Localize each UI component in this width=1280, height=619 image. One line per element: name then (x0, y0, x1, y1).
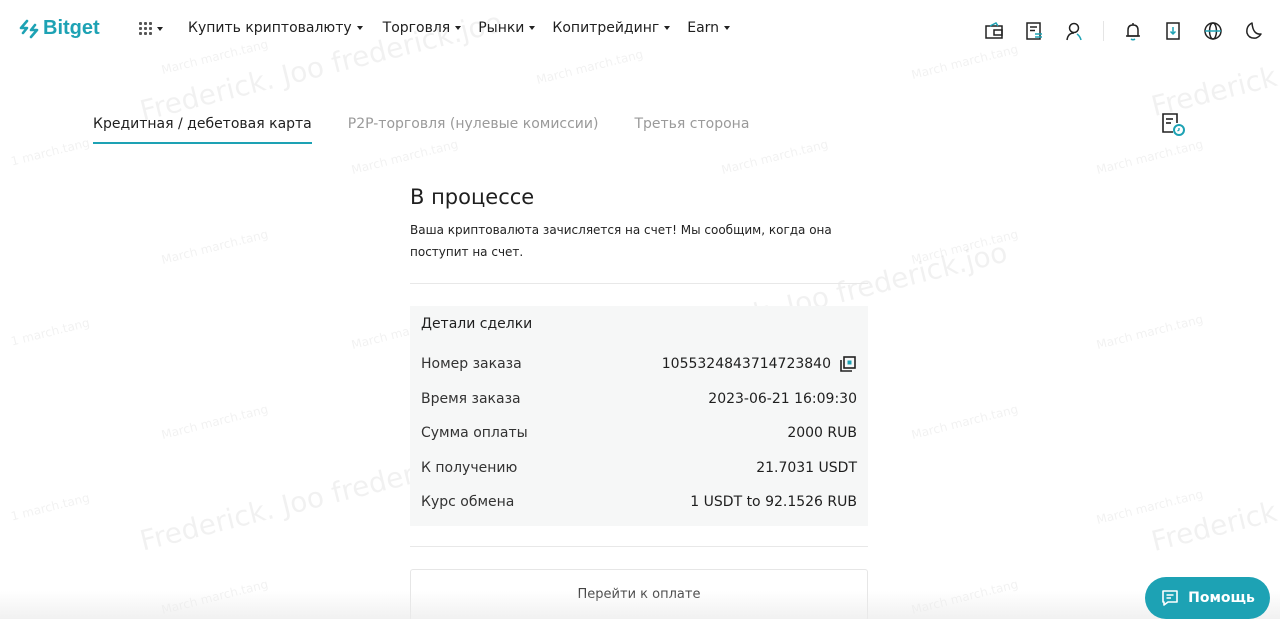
nav-item-copy-trading[interactable]: Копитрейдинг (552, 20, 671, 36)
detail-row-order-time: Время заказа 2023-06-21 16:09:30 (421, 382, 857, 417)
watermark-text: 1 march.tang (9, 490, 91, 524)
nav-item-markets[interactable]: Рынки (478, 20, 536, 36)
nav-item-label: Earn (687, 20, 720, 36)
watermark-text: Frederick (1147, 494, 1280, 559)
download-app-button[interactable] (1162, 20, 1184, 42)
detail-row-payment-amount: Сумма оплаты 2000 RUB (421, 416, 857, 451)
tab-third-party[interactable]: Третья сторона (634, 116, 749, 144)
detail-label: Время заказа (421, 390, 521, 407)
watermark-text: March march.tang (909, 576, 1020, 618)
nav-item-buy-crypto[interactable]: Купить криптовалюту (188, 20, 363, 36)
detail-label: Курс обмена (421, 494, 515, 511)
header-actions (983, 20, 1280, 42)
notifications-button[interactable] (1122, 20, 1144, 42)
detail-value: 1 USDT to 92.1526 RUB (690, 494, 857, 511)
chevron-down-icon (529, 26, 536, 30)
chevron-down-icon (724, 26, 731, 30)
detail-row-order-number: Номер заказа 1055324843714723840 (421, 347, 857, 382)
watermark-text: March march.tang (909, 401, 1020, 443)
divider (410, 545, 868, 547)
copy-icon (840, 356, 856, 373)
grid-icon (139, 22, 152, 35)
orders-icon (1026, 22, 1042, 40)
order-history-icon (1162, 113, 1185, 136)
order-number: 1055324843714723840 (661, 356, 831, 373)
watermark-text: March march.tang (1094, 136, 1205, 178)
nav-item-label: Торговля (382, 20, 451, 36)
payment-method-tabs: Кредитная / дебетовая карта P2P-торговля… (93, 116, 785, 144)
bitget-logo-icon (19, 19, 39, 38)
watermark-text: 1 march.tang (9, 315, 91, 349)
bitget-logo[interactable]: Bitget (18, 17, 100, 40)
nav-item-label: Купить криптовалюту (188, 20, 352, 36)
watermark-text: March march.tang (159, 576, 270, 618)
detail-value: 21.7031 USDT (756, 459, 857, 476)
detail-row-receive-amount: К получению 21.7031 USDT (421, 451, 857, 486)
chat-icon (1162, 590, 1178, 606)
order-history-button[interactable] (1160, 112, 1186, 142)
nav-item-label: Рынки (478, 20, 525, 36)
status-title: В процессе (410, 185, 535, 209)
profile-button[interactable] (1063, 20, 1085, 42)
watermark-text: March march.tang (909, 226, 1020, 268)
watermark-text: March march.tang (159, 401, 270, 443)
order-status-panel: В процессе Ваша криптовалюта зачисляется… (410, 185, 868, 619)
globe-icon (1204, 22, 1222, 40)
help-label: Помощь (1188, 590, 1255, 606)
copy-button[interactable] (839, 355, 857, 373)
watermark-text: 1 march.tang (9, 135, 91, 169)
tab-p2p[interactable]: P2P-торговля (нулевые комиссии) (348, 116, 599, 144)
detail-row-exchange-rate: Курс обмена 1 USDT to 92.1526 RUB (421, 485, 857, 520)
bell-icon (1126, 23, 1140, 41)
wallet-icon (985, 22, 1003, 39)
details-title: Детали сделки (421, 316, 533, 332)
tab-card[interactable]: Кредитная / дебетовая карта (93, 116, 312, 144)
help-button[interactable]: Помощь (1145, 577, 1270, 619)
header-divider (1103, 21, 1104, 41)
apps-menu-button[interactable] (139, 22, 163, 35)
detail-label: Номер заказа (421, 356, 522, 373)
theme-toggle-button[interactable] (1242, 20, 1264, 42)
transaction-details: Детали сделки Номер заказа 1055324843714… (410, 306, 868, 526)
main-nav: Купить криптовалюту Торговля Рынки Копит… (188, 20, 747, 36)
download-icon (1166, 22, 1180, 40)
chevron-down-icon (455, 26, 462, 30)
detail-value: 2000 RUB (787, 425, 857, 442)
chevron-down-icon (356, 26, 363, 30)
user-icon (1066, 22, 1082, 41)
go-to-payment-button[interactable]: Перейти к оплате (410, 568, 868, 619)
status-message: Ваша криптовалюта зачисляется на счет! М… (410, 223, 832, 259)
watermark-text: March march.tang (1094, 486, 1205, 528)
detail-value: 1055324843714723840 (662, 355, 857, 373)
chevron-down-icon (664, 26, 671, 30)
watermark-text: March march.tang (159, 226, 270, 268)
detail-value: 2023-06-21 16:09:30 (708, 390, 857, 407)
language-button[interactable] (1202, 20, 1224, 42)
wallet-button[interactable] (983, 20, 1005, 42)
nav-item-label: Копитрейдинг (552, 20, 660, 36)
detail-label: К получению (421, 459, 518, 476)
watermark-text: March march.tang (1094, 311, 1205, 353)
nav-item-earn[interactable]: Earn (687, 20, 731, 36)
brand-name: Bitget (43, 17, 100, 39)
divider (410, 283, 868, 284)
detail-label: Сумма оплаты (421, 425, 528, 442)
top-navbar: Bitget Купить криптовалюту Торговля Рынк… (0, 0, 1280, 62)
moon-icon (1246, 22, 1262, 39)
chevron-down-icon (157, 26, 163, 31)
nav-item-trade[interactable]: Торговля (383, 20, 462, 36)
orders-button[interactable] (1023, 20, 1045, 42)
